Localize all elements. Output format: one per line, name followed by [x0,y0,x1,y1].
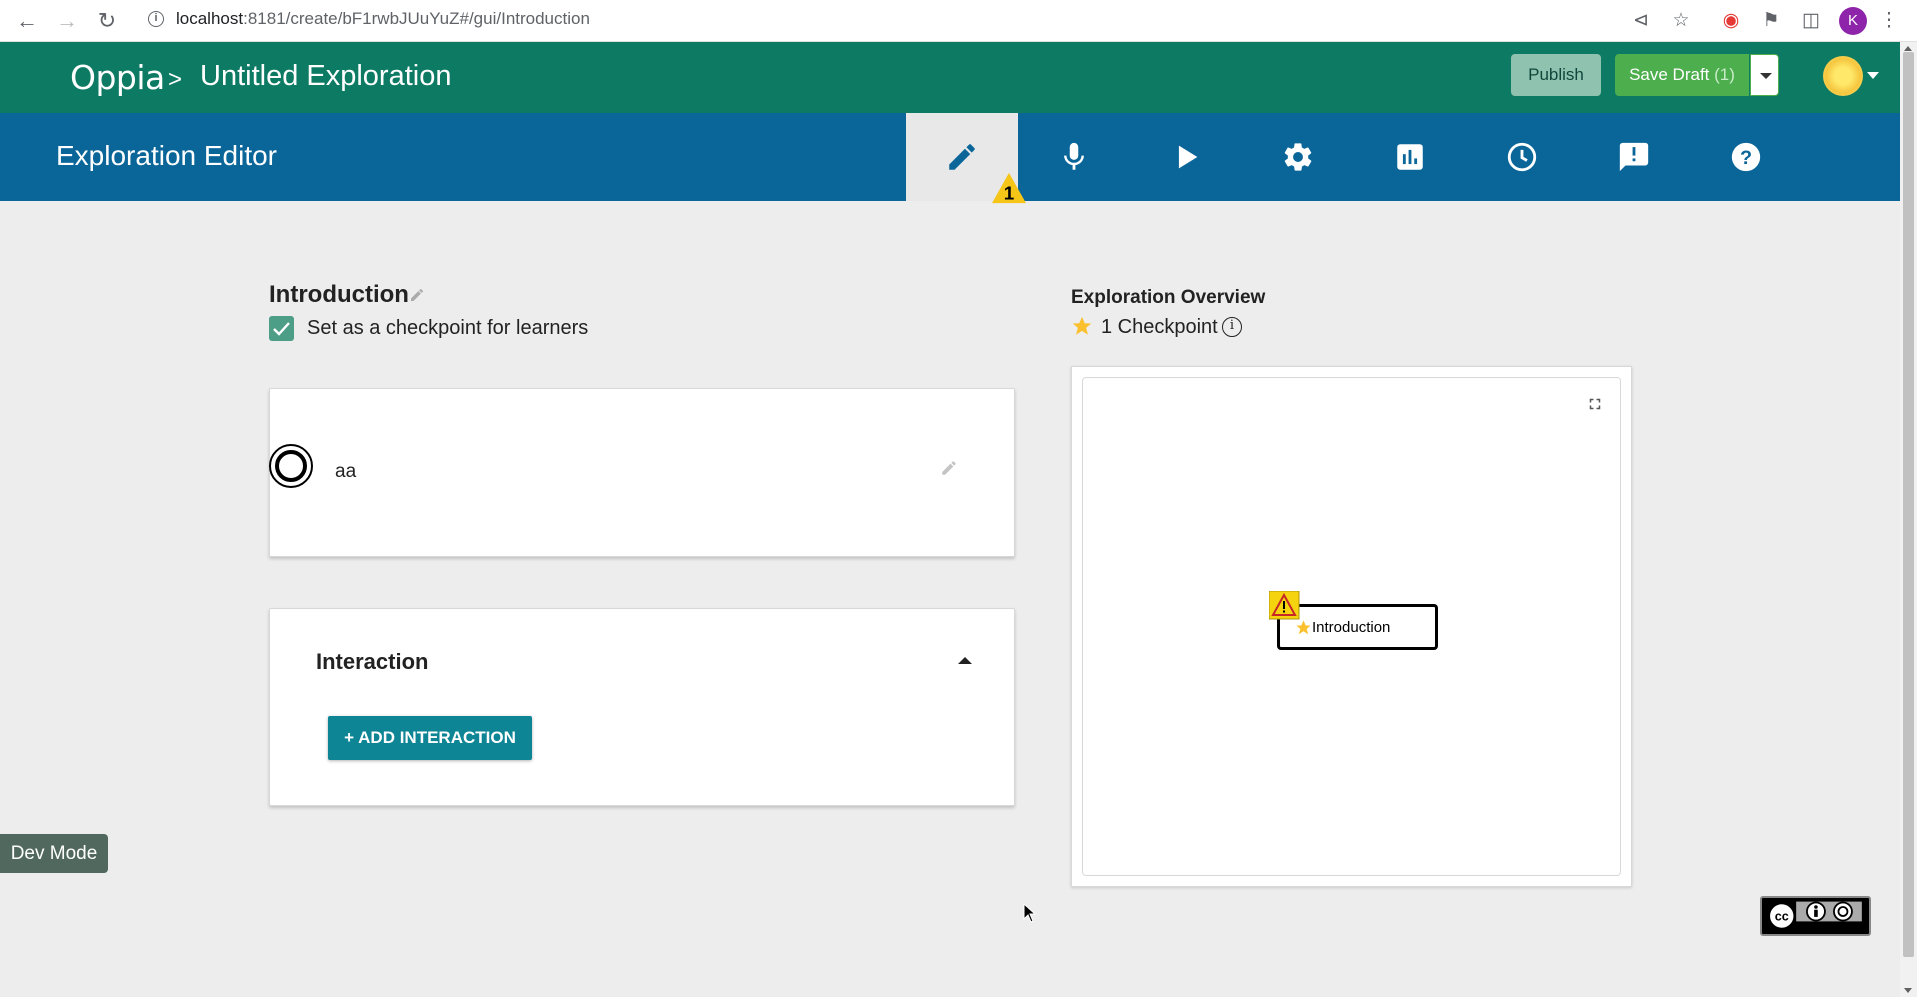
top-navigation-bar: Oppia > Untitled Exploration Publish Sav… [0,42,1900,113]
help-icon: ? [1731,142,1761,172]
save-draft-dropdown-toggle[interactable] [1750,54,1779,96]
fullscreen-icon[interactable] [1586,395,1604,413]
save-draft-button[interactable]: Save Draft (1) [1615,54,1749,96]
url-path: :8181/create/bF1rwbJUuYuZ#/gui/Introduct… [243,9,590,28]
star-icon [1072,316,1092,335]
oppia-avatar-icon [269,444,313,488]
site-info-icon[interactable]: i [148,11,164,27]
gear-icon [1284,143,1312,171]
pocket-icon[interactable]: ◉ [1718,8,1744,34]
oppia-logo[interactable]: Oppia [70,58,165,97]
breadcrumb-separator: > [168,66,183,93]
checkmark-icon [273,322,290,336]
bar-chart-icon [1397,144,1423,170]
exploration-graph-panel: Introduction [1071,366,1632,887]
user-menu-caret-icon[interactable] [1867,72,1879,79]
save-draft-label: Save Draft [1629,65,1710,84]
mouse-cursor-icon [1023,903,1037,923]
feedback-icon [1619,142,1649,172]
interaction-card: Interaction + ADD INTERACTION [269,608,1015,806]
overview-title: Exploration Overview [1071,287,1266,308]
browser-toolbar: ← → ↻ i localhost:8181/create/bF1rwbJUuY… [0,0,1917,42]
scrollbar-thumb[interactable] [1903,52,1914,957]
tab-feedback[interactable] [1578,113,1690,201]
state-content-text: aa [335,461,357,482]
play-icon [1178,145,1198,169]
reload-icon[interactable]: ↻ [94,8,120,34]
back-icon[interactable]: ← [14,8,40,34]
scroll-up-arrow-icon[interactable] [1904,46,1912,51]
edit-state-name-icon[interactable] [409,287,425,303]
state-content-card[interactable]: aa [269,388,1015,557]
dev-mode-badge: Dev Mode [0,834,108,873]
pencil-icon [949,144,975,170]
page-scrollbar[interactable] [1900,42,1917,997]
user-avatar[interactable] [1823,56,1863,96]
checkpoint-count: 1 Checkpoint [1101,316,1218,338]
share-icon[interactable]: ⊲ [1628,8,1654,34]
collapse-caret-icon[interactable] [958,657,972,664]
clock-icon [1507,142,1537,172]
profile-avatar[interactable]: K [1839,7,1867,35]
node-star-icon [1296,620,1311,635]
tab-help[interactable]: ? [1690,113,1802,201]
state-name: Introduction [269,281,409,308]
tab-history[interactable] [1466,113,1578,201]
publish-button[interactable]: Publish [1511,54,1601,96]
scroll-down-arrow-icon[interactable] [1904,988,1912,993]
sidebar-icon[interactable]: ◫ [1798,8,1824,34]
extensions-icon[interactable]: ⚑ [1758,8,1784,34]
tab-settings[interactable] [1242,113,1354,201]
bookmark-star-icon[interactable]: ☆ [1668,8,1694,34]
tab-editor[interactable]: 1 [906,113,1026,204]
info-icon[interactable]: i [1222,317,1242,337]
cc-by-sa-license-icon[interactable]: cc [1760,896,1871,936]
save-draft-count: (1) [1714,65,1735,84]
exploration-graph[interactable]: Introduction [1082,377,1621,876]
graph-node-label: Introduction [1312,619,1391,636]
url-text[interactable]: localhost:8181/create/bF1rwbJUuYuZ#/gui/… [176,9,590,29]
svg-text:?: ? [1740,147,1752,169]
svg-text:cc: cc [1775,910,1789,924]
node-warning-icon [1269,591,1300,620]
tab-translation[interactable] [1018,113,1130,201]
warning-count: 1 [1004,183,1015,204]
checkpoint-label: Set as a checkpoint for learners [307,317,589,339]
menu-dots-icon[interactable]: ⋮ [1876,8,1902,34]
editor-navbar: Exploration Editor 1 ? [0,113,1900,204]
microphone-icon [1064,142,1084,170]
url-host: localhost [176,9,244,28]
graph-node-introduction[interactable]: Introduction [1277,604,1438,650]
tab-statistics[interactable] [1354,113,1466,201]
interaction-title: Interaction [316,649,429,674]
edit-content-icon[interactable] [940,459,958,477]
forward-icon[interactable]: → [54,8,80,34]
add-interaction-button[interactable]: + ADD INTERACTION [328,716,532,760]
tab-preview[interactable] [1130,113,1242,201]
editor-title: Exploration Editor [56,140,278,171]
checkpoint-checkbox[interactable] [269,316,294,341]
exploration-title: Untitled Exploration [200,60,452,92]
